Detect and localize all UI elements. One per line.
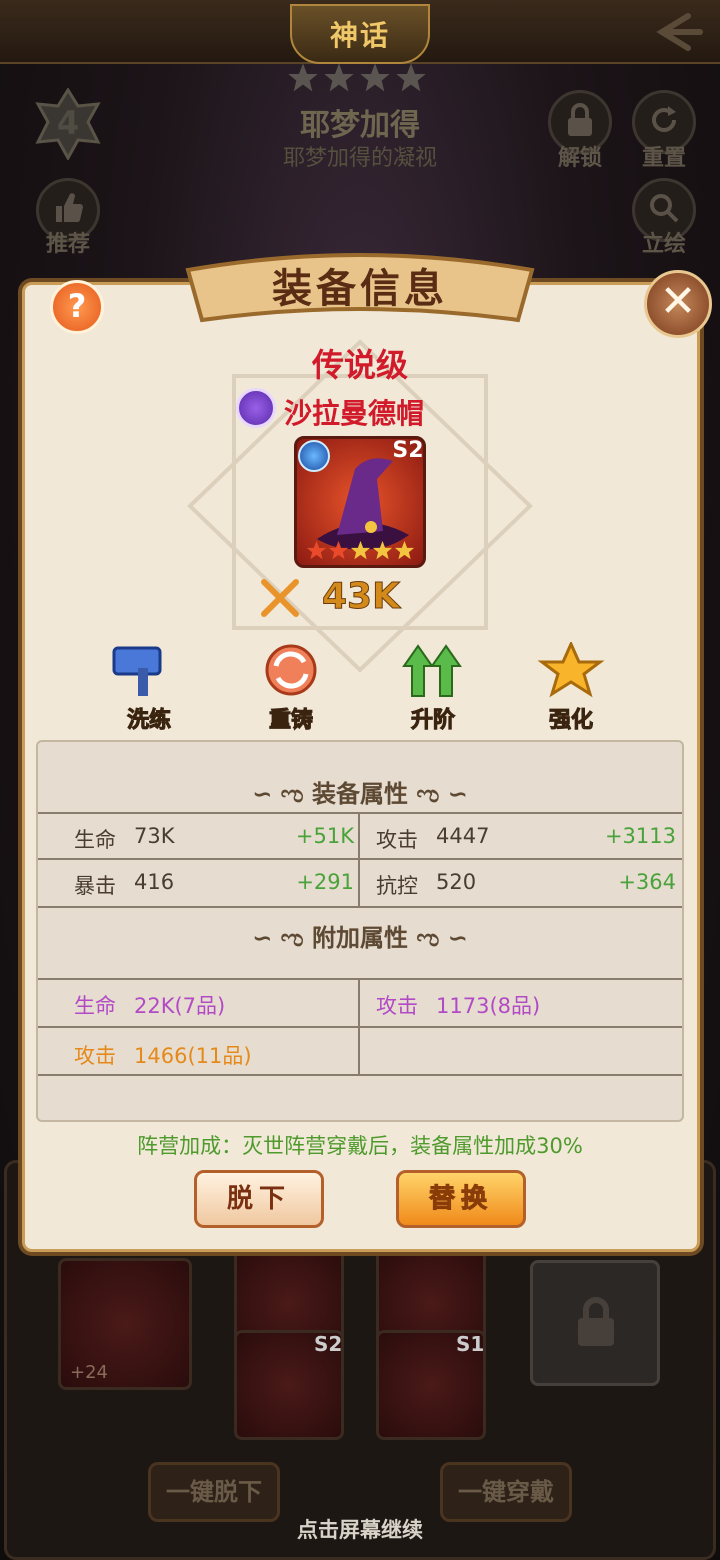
item-name: 沙拉曼德帽 [284, 397, 425, 430]
reforge-icon [265, 644, 317, 696]
upgrade-tier-button[interactable]: 升阶 [388, 642, 478, 734]
extra-stat-value: 1466(11品) [134, 1044, 252, 1068]
reforge-button[interactable]: 重铸 [246, 642, 336, 734]
star-icon [537, 640, 605, 698]
element-water-icon [298, 440, 330, 472]
divider [38, 906, 682, 908]
hero-stars [286, 62, 434, 94]
ornament-left-icon: ∽ ಌ [252, 924, 312, 952]
back-arrow-icon[interactable] [648, 10, 704, 54]
divider [38, 812, 682, 814]
ornament-right-icon: ಌ ∽ [408, 924, 468, 952]
star-icon [396, 63, 426, 92]
star-icon [324, 63, 354, 92]
hero-subtitle: 耶梦加得的凝视 [282, 146, 437, 171]
star-icon [350, 540, 371, 560]
ornament-left-icon: ∽ ಌ [252, 780, 312, 808]
divider [38, 1074, 682, 1076]
stat-value: 416 [134, 870, 175, 894]
item-stars [306, 540, 416, 562]
power-value: 43K [322, 576, 401, 618]
equip-all-button[interactable]: 一键穿戴 [440, 1462, 572, 1522]
refine-label: 洗练 [126, 708, 171, 734]
divider [358, 978, 360, 1074]
stat-value: 520 [436, 870, 477, 894]
enhance-button[interactable]: 强化 [526, 640, 616, 734]
stat-name: 抗控 [376, 874, 418, 898]
crossed-swords-icon [261, 579, 299, 617]
faction-fire-icon [236, 388, 276, 428]
refine-button[interactable]: 洗练 [104, 642, 194, 734]
star-icon [328, 540, 349, 560]
panel-title: 装备信息 [272, 266, 448, 312]
hero-name: 耶梦加得 [300, 108, 420, 143]
star-icon [306, 540, 327, 560]
extra-stats-title: ∽ ಌ 附加属性 ಌ ∽ [36, 918, 684, 953]
divider [358, 812, 360, 906]
divider [38, 858, 682, 860]
stat-bonus: +3113 [604, 824, 676, 848]
base-stats-title-text: 装备属性 [312, 780, 408, 808]
stat-name: 攻击 [376, 828, 418, 852]
hammer-icon [112, 646, 162, 696]
star-icon [288, 63, 318, 92]
extra-stat-value: 1173(8品) [436, 994, 541, 1018]
extra-stat-value: 22K(7品) [134, 994, 226, 1018]
stat-bonus: +364 [618, 870, 676, 894]
star-icon [372, 540, 393, 560]
divider [38, 978, 682, 980]
unlock-label: 解锁 [557, 146, 602, 171]
ornament-right-icon: ಌ ∽ [408, 780, 468, 808]
extra-stats-title-text: 附加属性 [312, 924, 408, 952]
mode-title: 神话 [329, 19, 390, 52]
faction-bonus-text: 阵营加成：灭世阵营穿戴后，装备属性加成30% [137, 1134, 583, 1158]
unequip-button[interactable]: 脱下 [194, 1170, 324, 1228]
reforge-label: 重铸 [268, 708, 313, 734]
lock-icon [578, 1297, 614, 1346]
recommend-label: 推荐 [45, 232, 90, 257]
stat-name: 暴击 [74, 874, 116, 898]
replace-button[interactable]: 替换 [396, 1170, 526, 1228]
season-tag: S2 [392, 438, 424, 463]
rarity-label: 传说级 [311, 346, 408, 384]
stat-bonus: +51K [295, 824, 354, 848]
extra-stat-name: 生命 [74, 994, 116, 1018]
stat-name: 生命 [74, 828, 116, 852]
refresh-icon [652, 106, 676, 132]
base-stats-title: ∽ ಌ 装备属性 ಌ ∽ [36, 774, 684, 809]
magnifier-icon [650, 194, 679, 223]
continue-hint[interactable]: 点击屏幕继续 [200, 1514, 520, 1544]
close-button[interactable]: ✕ [644, 270, 712, 338]
slot-season-tag: S2 [314, 1332, 343, 1356]
divider [38, 1026, 682, 1028]
stat-value: 4447 [436, 824, 490, 848]
star-icon [360, 63, 390, 92]
extra-stat-name: 攻击 [74, 1044, 116, 1068]
help-button[interactable]: ? [50, 280, 104, 334]
stat-bonus: +291 [296, 870, 354, 894]
reset-label: 重置 [641, 146, 686, 171]
stat-value: 73K [134, 824, 175, 848]
slot-season-tag: S1 [456, 1332, 485, 1356]
upgrade-tier-label: 升阶 [410, 708, 455, 734]
lock-icon [568, 103, 592, 136]
enhance-label: 强化 [548, 708, 593, 734]
unequip-all-button[interactable]: 一键脱下 [148, 1462, 280, 1522]
portrait-label: 立绘 [641, 232, 686, 257]
thumbs-up-icon [56, 193, 83, 223]
star-icon [394, 540, 415, 560]
weapon-enhance-level: +24 [70, 1362, 108, 1383]
hero-level: 4 [56, 104, 80, 142]
arrows-up-icon [402, 644, 462, 697]
extra-stat-name: 攻击 [376, 994, 418, 1018]
